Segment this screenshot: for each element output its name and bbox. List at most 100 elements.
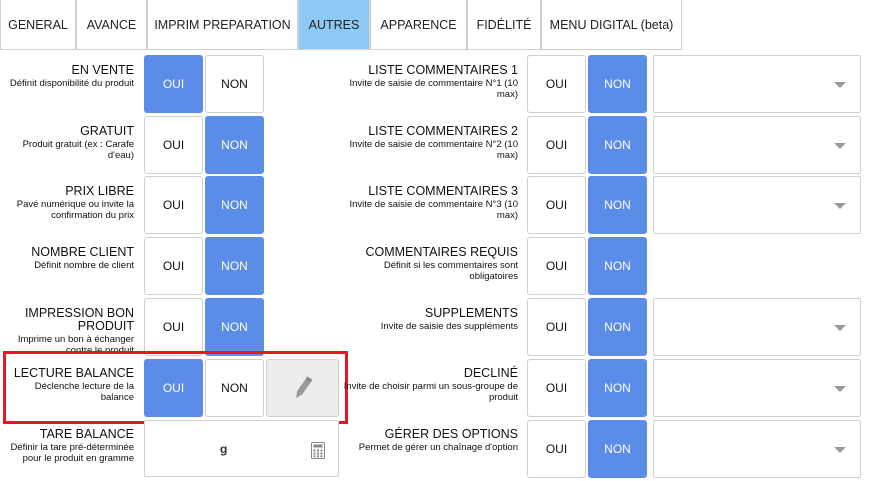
- setting-label-liste-commentaires-1: LISTE COMMENTAIRES 1 Invite de saisie de…: [340, 64, 518, 101]
- button-label: NON: [221, 77, 248, 91]
- setting-description: Pavé numérique ou invite la confirmation…: [16, 199, 134, 221]
- setting-description: Définir la tare pré-déterminée pour le p…: [10, 442, 134, 464]
- commentaires-requis-oui-button[interactable]: OUI: [527, 237, 586, 295]
- button-label: OUI: [162, 259, 185, 273]
- button-label: OUI: [162, 320, 185, 334]
- caret-down-icon: [834, 447, 846, 453]
- setting-description: Permet de gérer un chaînage d'option: [358, 442, 518, 453]
- setting-label-liste-commentaires-2: LISTE COMMENTAIRES 2 Invite de saisie de…: [340, 124, 518, 162]
- setting-title: TARE BALANCE: [39, 427, 134, 441]
- decline-oui-button[interactable]: OUI: [527, 359, 586, 417]
- button-label: OUI: [545, 259, 568, 273]
- setting-title: SUPPLEMENTS: [424, 306, 518, 320]
- liste-commentaires-3-non-button[interactable]: NON: [588, 176, 647, 234]
- tab-menu-digital[interactable]: MENU DIGITAL (beta): [541, 0, 682, 50]
- setting-description: Invite de saisie de commentaire N°2 (10 …: [349, 139, 518, 161]
- gerer-options-oui-button[interactable]: OUI: [527, 420, 586, 478]
- setting-label-commentaires-requis: COMMENTAIRES REQUIS Définit si les comme…: [340, 245, 518, 283]
- setting-title: COMMENTAIRES REQUIS: [365, 245, 518, 259]
- liste-commentaires-2-select[interactable]: [653, 116, 861, 174]
- decline-select[interactable]: [653, 359, 861, 417]
- button-label: OUI: [545, 138, 568, 152]
- button-label: NON: [604, 77, 631, 91]
- caret-down-icon: [834, 325, 846, 331]
- tab-label: AVANCE: [86, 17, 137, 32]
- impression-bon-oui-button[interactable]: OUI: [144, 298, 203, 356]
- decline-non-button[interactable]: NON: [588, 359, 647, 417]
- nombre-client-oui-button[interactable]: OUI: [144, 237, 203, 295]
- en-vente-oui-button[interactable]: OUI: [144, 55, 203, 113]
- button-label: OUI: [545, 381, 568, 395]
- tab-general[interactable]: GENERAL: [0, 0, 76, 50]
- button-label: OUI: [545, 198, 568, 212]
- liste-commentaires-1-non-button[interactable]: NON: [588, 55, 647, 113]
- setting-description: Invite de saisie de commentaire N°1 (10 …: [349, 78, 518, 100]
- setting-title: EN VENTE: [71, 63, 134, 77]
- calculator-icon[interactable]: [311, 442, 325, 459]
- setting-label-supplements: SUPPLEMENTS Invite de saisie des supplém…: [340, 306, 518, 333]
- tare-input[interactable]: g: [144, 420, 339, 477]
- button-label: NON: [604, 198, 631, 212]
- setting-label-prix-libre: PRIX LIBRE Pavé numérique ou invite la c…: [0, 184, 134, 222]
- gratuit-non-button[interactable]: NON: [205, 116, 264, 174]
- setting-description: Invite de saisie des suppléments: [380, 321, 518, 332]
- supplements-non-button[interactable]: NON: [588, 298, 647, 356]
- setting-title: DECLINÉ: [463, 366, 518, 380]
- setting-label-liste-commentaires-3: LISTE COMMENTAIRES 3 Invite de saisie de…: [340, 185, 518, 222]
- tab-label: AUTRES: [308, 17, 360, 32]
- button-label: OUI: [162, 198, 185, 212]
- button-label: OUI: [545, 320, 568, 334]
- tab-fidelite[interactable]: FIDÉLITÉ: [467, 0, 541, 50]
- setting-label-gerer-des-options: GÉRER DES OPTIONS Permet de gérer un cha…: [340, 427, 518, 454]
- tab-label: IMPRIM PREPARATION: [154, 17, 291, 32]
- caret-down-icon: [834, 143, 846, 149]
- button-label: OUI: [545, 442, 568, 456]
- tab-avance[interactable]: AVANCE: [76, 0, 147, 50]
- liste-commentaires-2-non-button[interactable]: NON: [588, 116, 647, 174]
- setting-title: PRIX LIBRE: [65, 184, 134, 198]
- supplements-select[interactable]: [653, 298, 861, 356]
- tab-bar: GENERAL AVANCE IMPRIM PREPARATION AUTRES…: [0, 0, 870, 50]
- setting-label-tare-balance: TARE BALANCE Définir la tare pré-détermi…: [0, 427, 134, 465]
- liste-commentaires-2-oui-button[interactable]: OUI: [527, 116, 586, 174]
- button-label: NON: [221, 198, 248, 212]
- tab-label: GENERAL: [8, 17, 68, 32]
- nombre-client-non-button[interactable]: NON: [205, 237, 264, 295]
- setting-label-en-vente: EN VENTE Définit disponibilité du produi…: [0, 63, 134, 90]
- button-label: NON: [221, 138, 248, 152]
- commentaires-requis-non-button[interactable]: NON: [588, 237, 647, 295]
- button-label: OUI: [162, 77, 185, 91]
- tab-autres[interactable]: AUTRES: [298, 0, 370, 50]
- setting-title: GÉRER DES OPTIONS: [384, 427, 518, 441]
- button-label: OUI: [162, 138, 185, 152]
- tab-apparence[interactable]: APPARENCE: [370, 0, 467, 50]
- button-label: NON: [604, 381, 631, 395]
- setting-description: Produit gratuit (ex : Carafe d'eau): [22, 139, 134, 161]
- liste-commentaires-3-select[interactable]: [653, 176, 861, 234]
- supplements-oui-button[interactable]: OUI: [527, 298, 586, 356]
- prix-libre-oui-button[interactable]: OUI: [144, 176, 203, 234]
- tab-label: FIDÉLITÉ: [476, 17, 532, 32]
- button-label: NON: [604, 138, 631, 152]
- caret-down-icon: [834, 386, 846, 392]
- setting-description: Invite de saisie de commentaire N°3 (10 …: [349, 199, 518, 221]
- gerer-options-non-button[interactable]: NON: [588, 420, 647, 478]
- caret-down-icon: [834, 82, 846, 88]
- tab-label: APPARENCE: [380, 17, 457, 32]
- liste-commentaires-3-oui-button[interactable]: OUI: [527, 176, 586, 234]
- tab-imprim-preparation[interactable]: IMPRIM PREPARATION: [147, 0, 298, 50]
- setting-description: Invite de choisir parmi un sous-groupe d…: [343, 381, 518, 403]
- setting-label-impression-bon-produit: IMPRESSION BON PRODUIT Imprime un bon à …: [0, 307, 134, 353]
- liste-commentaires-1-select[interactable]: [653, 55, 861, 113]
- gerer-options-select[interactable]: [653, 420, 861, 478]
- liste-commentaires-1-oui-button[interactable]: OUI: [527, 55, 586, 113]
- impression-bon-non-button[interactable]: NON: [205, 298, 264, 356]
- prix-libre-non-button[interactable]: NON: [205, 176, 264, 234]
- setting-title: IMPRESSION BON PRODUIT: [24, 307, 134, 333]
- en-vente-non-button[interactable]: NON: [205, 55, 264, 113]
- setting-title: LISTE COMMENTAIRES 2: [368, 124, 518, 138]
- gratuit-oui-button[interactable]: OUI: [144, 116, 203, 174]
- button-label: NON: [221, 259, 248, 273]
- caret-down-icon: [834, 203, 846, 209]
- setting-label-nombre-client: NOMBRE CLIENT Définit nombre de client: [0, 246, 134, 272]
